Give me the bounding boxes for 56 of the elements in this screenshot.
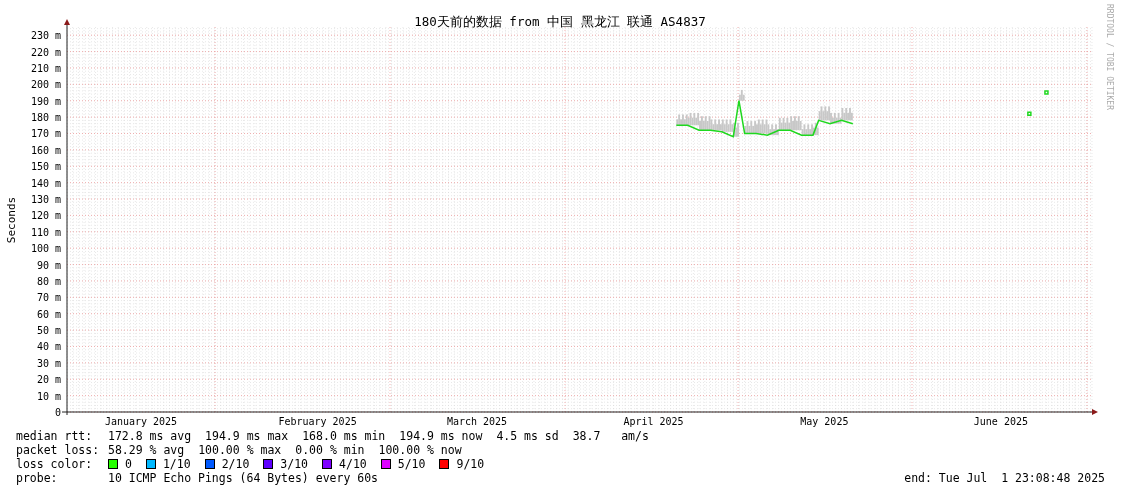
legend-label: packet loss:	[16, 443, 101, 457]
x-tick-label: January 2025	[104, 416, 178, 427]
legend-label: probe:	[16, 471, 59, 485]
y-tick-label: 200 m	[30, 79, 61, 91]
chart-title: 180天前的数据 from 中国 黑龙江 联通 AS4837	[414, 14, 706, 29]
stat-value: 172.8 ms avg	[108, 429, 192, 443]
y-tick-label: 190 m	[30, 95, 61, 107]
x-tick-label: March 2025	[446, 416, 508, 427]
stat-value: 58.29 % avg	[108, 443, 185, 457]
loss-label: 1/10	[162, 457, 191, 471]
y-tick-label: 220 m	[30, 46, 61, 58]
legend-label: loss color:	[16, 457, 94, 471]
stat-value: 0.00 % min	[295, 443, 365, 457]
y-tick-label: 170 m	[30, 128, 61, 140]
stat-value: 168.0 ms min	[302, 429, 386, 443]
y-tick-label: 90 m	[36, 259, 61, 271]
y-axis-label: Seconds	[5, 196, 18, 244]
y-tick-label: 110 m	[30, 226, 61, 238]
y-tick-label: 130 m	[30, 194, 61, 205]
y-tick-label: 70 m	[36, 292, 61, 304]
loss-label: 9/10	[456, 457, 485, 471]
y-tick-label: 60 m	[36, 308, 61, 320]
y-tick-label: 100 m	[30, 243, 61, 255]
y-tick-label: 150 m	[30, 161, 61, 173]
stat-value: 100.00 % max	[198, 443, 282, 457]
y-tick-label: 30 m	[36, 357, 61, 369]
y-tick-label: 210 m	[30, 62, 61, 74]
x-tick-label: April 2025	[623, 416, 684, 427]
y-tick-label: 120 m	[30, 210, 61, 222]
stat-value: 194.9 ms now	[399, 429, 483, 443]
x-tick-label: June 2025	[973, 416, 1028, 427]
stat-value: 100.00 % now	[378, 443, 462, 457]
legend-label: median rtt:	[16, 429, 94, 443]
stat-value: 194.9 ms max	[205, 429, 289, 443]
loss-label: 5/10	[397, 457, 426, 471]
y-tick-label: 160 m	[30, 144, 61, 156]
loss-label: 0	[125, 457, 132, 471]
loss-label: 4/10	[339, 457, 367, 471]
y-tick-label: 20 m	[36, 374, 61, 386]
stat-value: 4.5 ms sd	[496, 429, 559, 443]
y-tick-label: 10 m	[36, 390, 61, 402]
y-tick-label: 50 m	[36, 325, 61, 337]
x-tick-label: May 2025	[800, 416, 849, 427]
y-tick-label: 40 m	[36, 341, 61, 353]
y-tick-label: 140 m	[30, 177, 61, 189]
probe-value: 10 ICMP Echo Pings (64 Bytes) every 60s	[108, 471, 379, 485]
loss-label: 2/10	[221, 457, 250, 471]
end-time: end: Tue Jul 1 23:08:48 2025	[904, 471, 1105, 485]
credit-text: RRDTOOL / TOBI OETIKER	[1104, 4, 1115, 110]
y-tick-label: 80 m	[36, 275, 61, 287]
stat-value: 38.7 am/s	[572, 429, 649, 443]
loss-label: 3/10	[280, 457, 309, 471]
y-tick-label: 0	[54, 407, 61, 418]
x-tick-label: February 2025	[278, 416, 357, 427]
y-tick-label: 180 m	[30, 112, 61, 124]
y-tick-label: 230 m	[30, 30, 61, 42]
